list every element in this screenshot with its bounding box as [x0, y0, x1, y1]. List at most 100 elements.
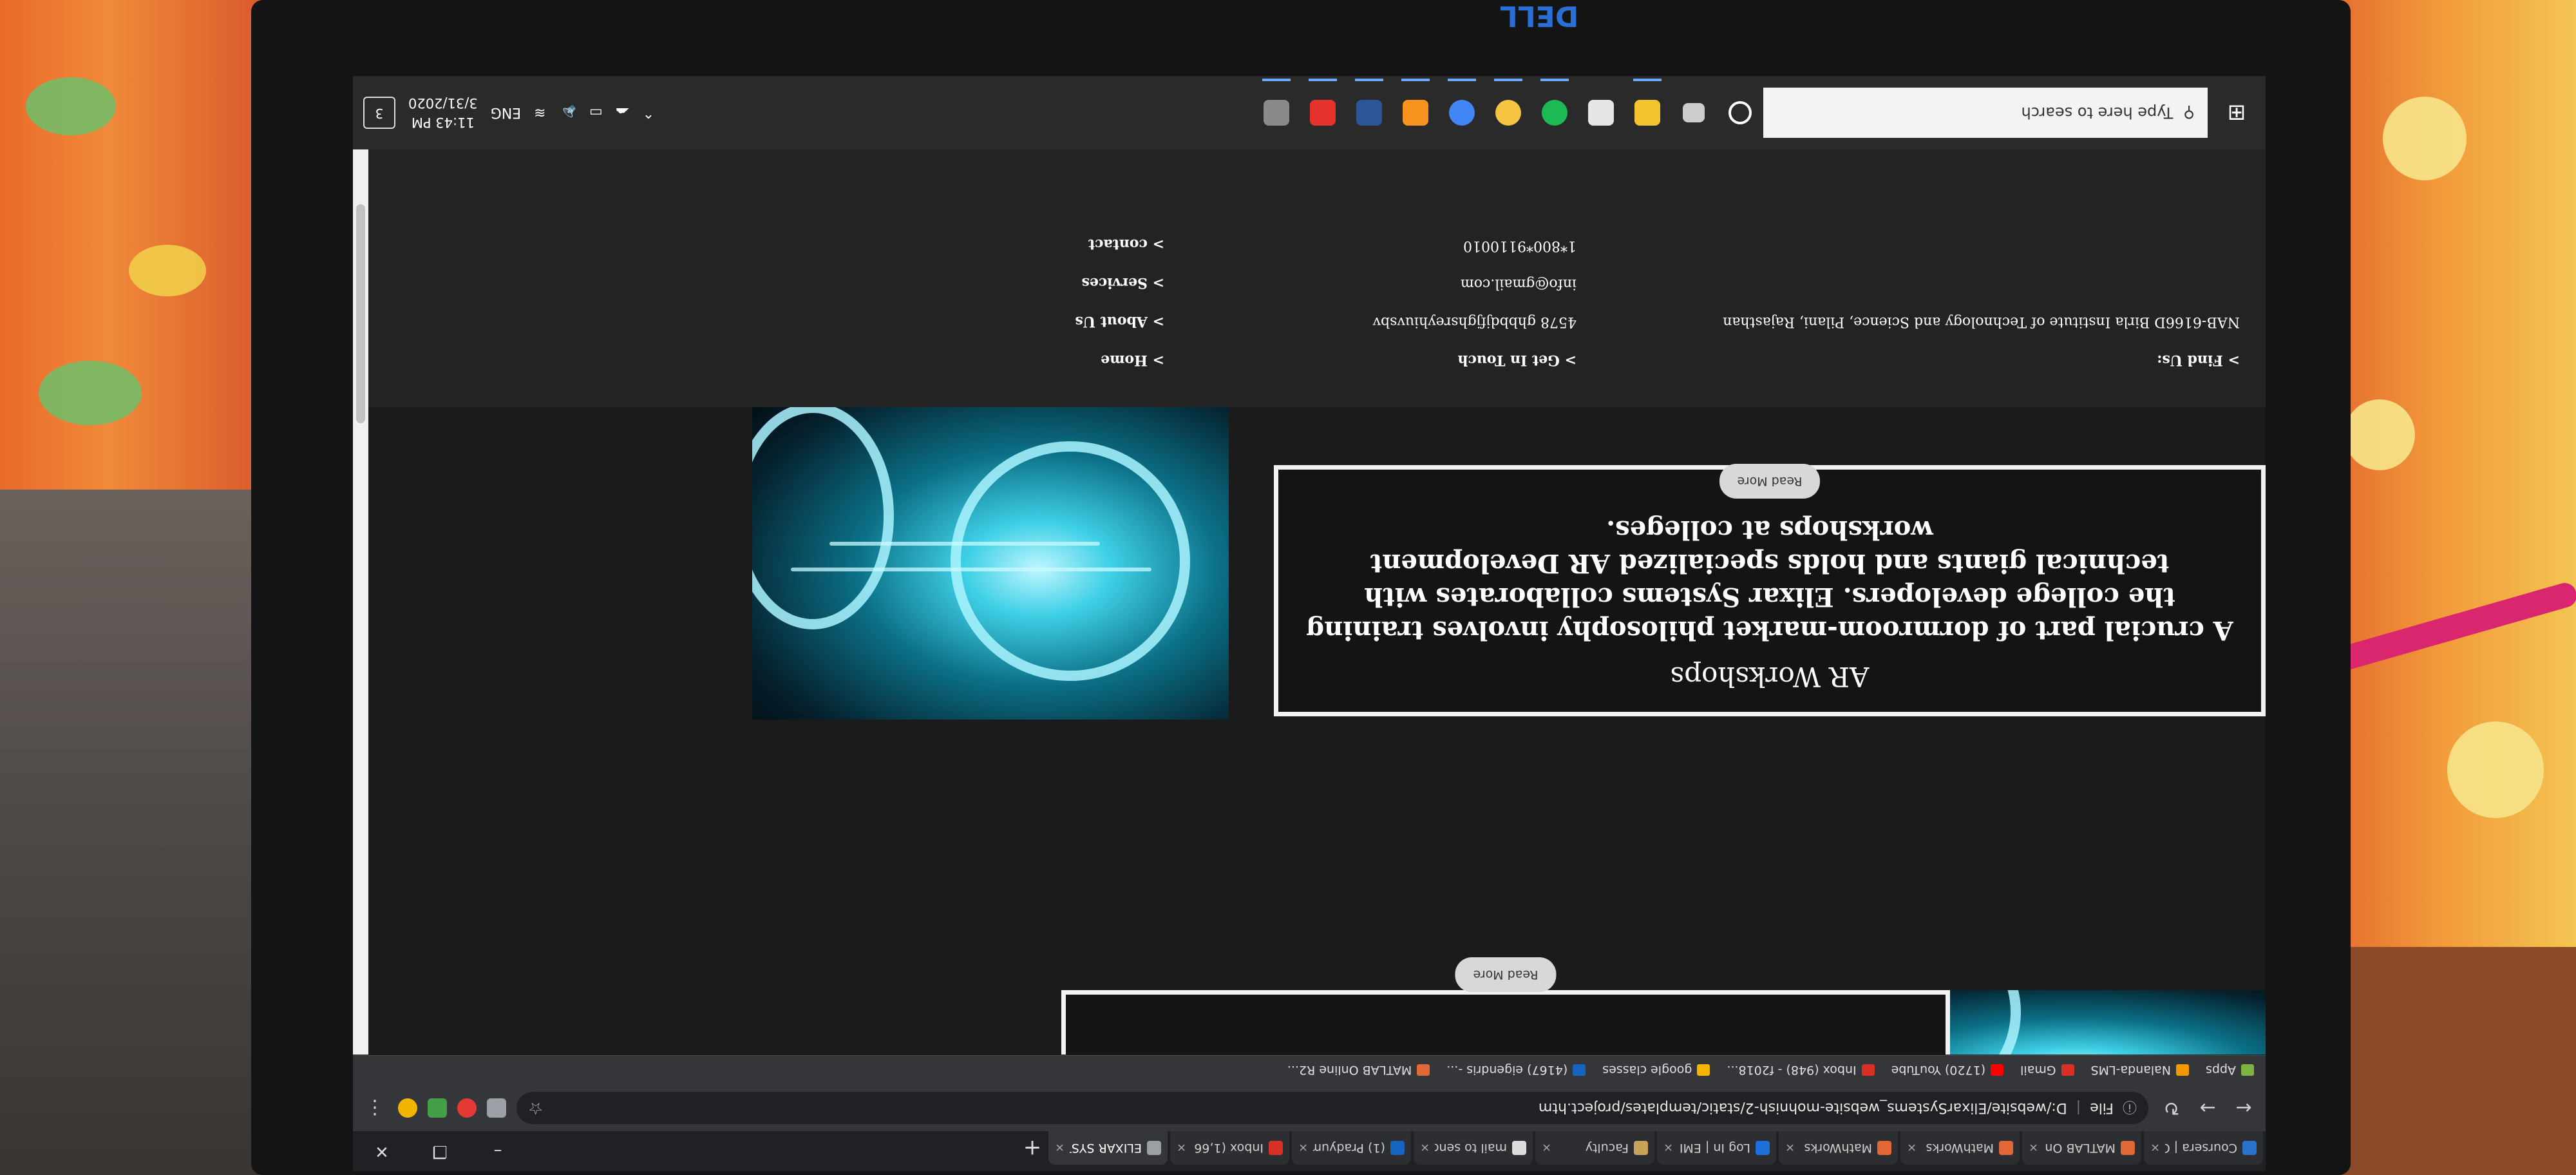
bookmark-item[interactable]: Gmail	[2020, 1064, 2074, 1078]
sublime-text-icon[interactable]	[1392, 76, 1439, 149]
footer-link-services[interactable]: > Services	[1075, 274, 1165, 291]
chrome-icon[interactable]	[1439, 76, 1485, 149]
browser-tab[interactable]: MathWorks ×	[1779, 1131, 1898, 1165]
maximize-button[interactable]: ❐	[411, 1131, 469, 1171]
footer-find-us: > Find Us: NAB-6166D Birla Institute of …	[1723, 292, 2240, 368]
background-left-fabric	[0, 0, 270, 1175]
tab-close-icon[interactable]: ×	[2150, 1142, 2160, 1155]
tab-close-icon[interactable]: ×	[1907, 1142, 1917, 1155]
project-card: Read More	[1061, 957, 1950, 1055]
card-description: A crucial part of dormroom-market philos…	[1306, 515, 2233, 645]
search-icon: ⚲	[2183, 104, 2195, 122]
browser-tab[interactable]: mail to send ×	[1414, 1131, 1533, 1165]
fabric-flower	[2447, 721, 2544, 818]
minimize-button[interactable]: –	[469, 1131, 527, 1171]
tab-favicon-icon	[1147, 1141, 1161, 1155]
read-more-button[interactable]: Read More	[1719, 464, 1821, 499]
photos-icon[interactable]	[1253, 76, 1300, 149]
close-window-button[interactable]: ✕	[353, 1131, 411, 1171]
cortana-icon[interactable]	[1717, 76, 1763, 149]
footer-link-home[interactable]: > Home	[1075, 352, 1164, 368]
bookmark-item[interactable]: MATLAB Online R2...	[1287, 1064, 1430, 1078]
search-placeholder: Type here to search	[2021, 104, 2174, 122]
tray-chevron-icon[interactable]: ⌃	[643, 105, 654, 121]
forward-arrow-icon[interactable]: →	[2195, 1097, 2221, 1120]
taskbar-search[interactable]: ⚲ Type here to search	[1763, 88, 2208, 138]
word-icon[interactable]	[1346, 76, 1392, 149]
gmail-icon	[2061, 1064, 2074, 1076]
tab-close-icon[interactable]: ×	[1542, 1142, 1551, 1155]
info-icon[interactable]: ⓘ	[2123, 1098, 2137, 1118]
new-tab-button[interactable]: +	[1016, 1131, 1048, 1165]
spotify-icon[interactable]	[1531, 76, 1578, 149]
browser-toolbar: ← → ↻ ⓘ File | D:/website/ElixarSystems_…	[353, 1085, 2266, 1131]
tab-close-icon[interactable]: ×	[1177, 1142, 1186, 1155]
scrollbar-thumb[interactable]	[356, 204, 365, 423]
address-bar[interactable]: ⓘ File | D:/website/ElixarSystems_websit…	[516, 1092, 2148, 1124]
bookmark-item[interactable]: Inbox (948) - f2018...	[1727, 1064, 1875, 1078]
image-wheel	[752, 403, 894, 629]
read-more-button[interactable]: Read More	[1455, 957, 1557, 992]
tab-favicon-icon	[1390, 1141, 1405, 1155]
tab-favicon-icon	[1756, 1141, 1770, 1155]
browser-tab-active[interactable]: ELIXAR SYST ×	[1048, 1131, 1168, 1165]
profile-avatar[interactable]	[398, 1098, 417, 1118]
volume-icon[interactable]: 🔈	[559, 105, 576, 121]
task-view-icon[interactable]	[1671, 76, 1717, 149]
notification-center-icon[interactable]: 3	[363, 97, 395, 129]
browser-tab[interactable]: Inbox (1,66 ×	[1170, 1131, 1289, 1165]
taskbar-clock[interactable]: 11:43 PM 3/31/2020	[408, 93, 478, 132]
file-explorer-icon[interactable]	[1624, 76, 1671, 149]
extension-icon[interactable]	[487, 1098, 506, 1118]
page-scrollbar[interactable]	[353, 149, 368, 1055]
browser-tab[interactable]: Coursera | C ×	[2144, 1131, 2263, 1165]
footer-link-about[interactable]: > About Us	[1075, 313, 1164, 330]
bookmark-item[interactable]: google classes	[1602, 1064, 1710, 1078]
tab-favicon-icon	[1634, 1141, 1648, 1155]
tab-close-icon[interactable]: ×	[1055, 1142, 1065, 1155]
tab-close-icon[interactable]: ×	[1298, 1142, 1308, 1155]
browser-tab[interactable]: MathWorks ×	[1900, 1131, 2020, 1165]
footer-phone: 4578 ghbbdjfjghsreyhiuvsbv	[1372, 314, 1577, 330]
extension-icon[interactable]	[428, 1098, 447, 1118]
scheme-label: File	[2090, 1100, 2114, 1116]
store-icon[interactable]	[1578, 76, 1624, 149]
language-indicator[interactable]: ENG	[491, 105, 521, 121]
browser-tab[interactable]: (1) Pradyum ×	[1292, 1131, 1411, 1165]
chrome-canary-icon[interactable]	[1485, 76, 1531, 149]
reload-icon[interactable]: ↻	[2159, 1097, 2184, 1120]
footer-address: NAB-6166D Birla Institute of Technology …	[1723, 314, 2240, 330]
menu-kebab-icon[interactable]: ⋮	[362, 1097, 388, 1120]
bookmark-item[interactable]: (4167) eigendris -...	[1446, 1064, 1586, 1078]
bookmark-item[interactable]: Apps	[2206, 1064, 2254, 1078]
browser-tab[interactable]: Faculty ×	[1535, 1131, 1654, 1165]
dell-logo: DELL	[1499, 0, 1579, 32]
footer-heading: > Find Us:	[2157, 352, 2240, 368]
bookmark-item[interactable]: Nalanda-LMS	[2091, 1064, 2189, 1078]
image-light-streak	[791, 568, 1151, 571]
footer-email[interactable]: info@gmail.com	[1373, 276, 1577, 292]
bookmark-star-icon[interactable]: ☆	[528, 1098, 543, 1118]
tab-close-icon[interactable]: ×	[1663, 1142, 1673, 1155]
tab-close-icon[interactable]: ×	[2029, 1142, 2038, 1155]
fabric-flower	[2344, 399, 2415, 470]
yahoo-icon[interactable]	[1300, 76, 1346, 149]
windows-start-icon[interactable]: ⊞	[2208, 100, 2266, 126]
browser-tab[interactable]: MATLAB On ×	[2022, 1131, 2141, 1165]
youtube-icon	[1991, 1064, 2004, 1076]
onedrive-icon[interactable]: ☁	[616, 105, 630, 121]
window-controls: – ❐ ✕	[353, 1131, 527, 1171]
back-arrow-icon[interactable]: ←	[2231, 1097, 2257, 1120]
wifi-icon[interactable]: ≋	[534, 105, 545, 121]
bookmark-item[interactable]: (1720) YouTube	[1891, 1064, 2004, 1078]
opera-extension-icon[interactable]	[457, 1098, 477, 1118]
clock-time: 11:43 PM	[411, 115, 475, 130]
footer-link-contact[interactable]: > contact	[1075, 236, 1164, 253]
address-url[interactable]: D:/website/ElixarSystems_website-mohnish…	[1539, 1100, 2067, 1116]
bookmarks-bar: Apps Nalanda-LMS Gmail (1720) YouTube In…	[353, 1055, 2266, 1085]
browser-tab[interactable]: Log In | EMI ×	[1657, 1131, 1776, 1165]
tab-close-icon[interactable]: ×	[1420, 1142, 1430, 1155]
tab-favicon-icon	[2121, 1141, 2135, 1155]
battery-icon[interactable]: ▭	[589, 105, 603, 121]
tab-close-icon[interactable]: ×	[1785, 1142, 1795, 1155]
